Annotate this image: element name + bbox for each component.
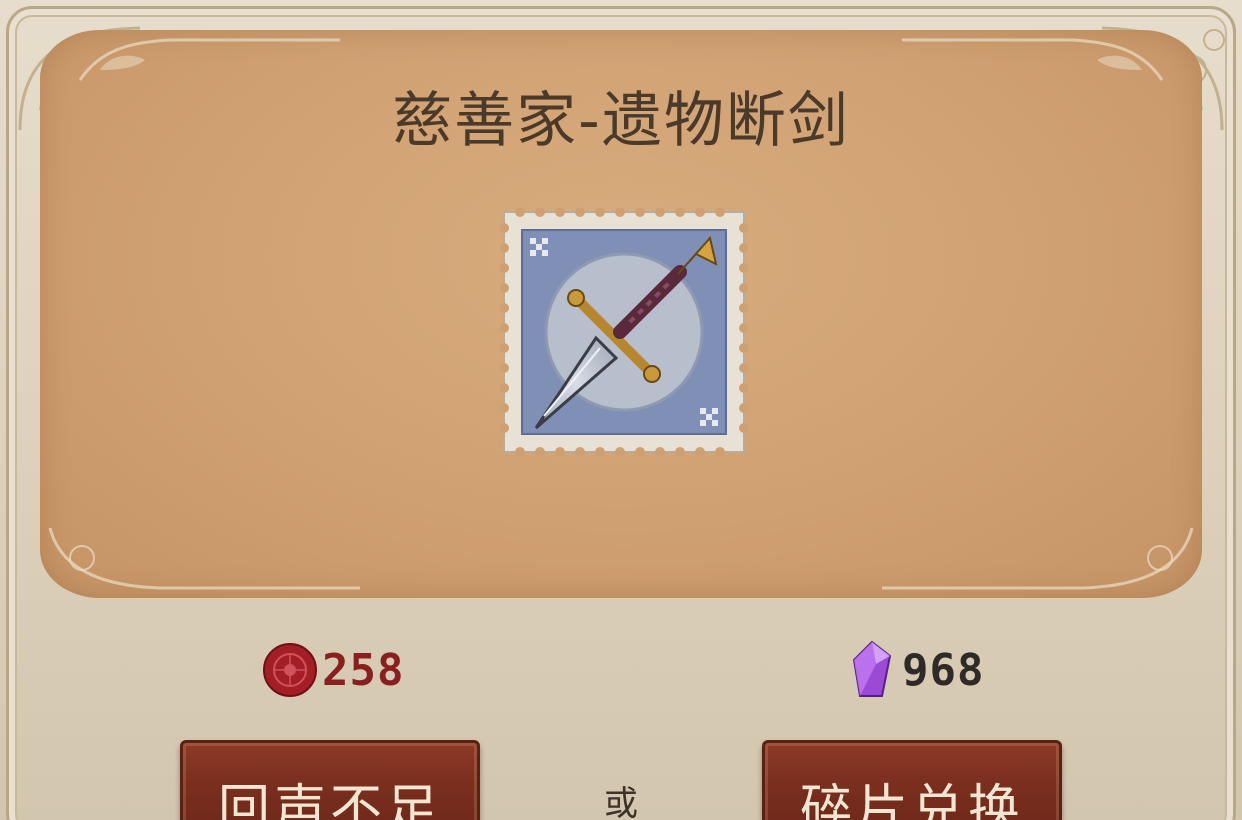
dialog-frame: 慈善家-遗物断剑 258 968 回声不足 或 碎片兑换 xyxy=(0,0,1242,820)
shard-exchange-button[interactable]: 碎片兑换 xyxy=(762,740,1062,820)
or-separator: 或 xyxy=(604,784,638,820)
item-title: 慈善家-遗物断剑 xyxy=(392,86,850,156)
purple-crystal-icon xyxy=(852,640,892,697)
echo-insufficient-button[interactable]: 回声不足 xyxy=(180,740,480,820)
shard-currency: 968 xyxy=(852,640,984,700)
shard-amount: 968 xyxy=(902,644,985,696)
echo-amount: 258 xyxy=(322,644,405,696)
dagger-stamp-icon[interactable] xyxy=(500,208,748,456)
shard-button-label: 碎片兑换 xyxy=(799,780,1024,820)
echo-button-label: 回声不足 xyxy=(217,780,442,820)
panel-ornament-bottom xyxy=(48,527,1194,590)
echo-currency: 258 xyxy=(262,640,404,700)
red-wax-seal-icon xyxy=(263,643,317,697)
